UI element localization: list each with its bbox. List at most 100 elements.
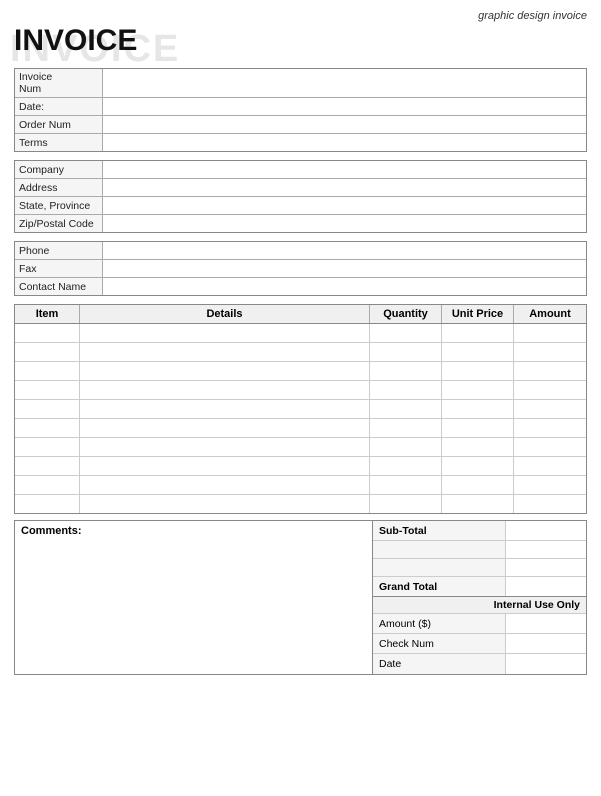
- price-cell[interactable]: [442, 400, 514, 418]
- item-cell[interactable]: [15, 419, 80, 437]
- details-cell[interactable]: [80, 324, 370, 342]
- spacer-label-1: [373, 541, 506, 558]
- grand-total-row: Grand Total: [373, 577, 586, 597]
- details-cell[interactable]: [80, 343, 370, 361]
- zip-value[interactable]: [103, 215, 586, 232]
- details-cell[interactable]: [80, 476, 370, 494]
- qty-cell[interactable]: [370, 419, 442, 437]
- amount-cell[interactable]: [514, 476, 586, 494]
- price-cell[interactable]: [442, 419, 514, 437]
- amount-cell[interactable]: [514, 362, 586, 380]
- details-cell[interactable]: [80, 381, 370, 399]
- invoice-title: INVOICE: [14, 24, 587, 58]
- item-cell[interactable]: [15, 476, 80, 494]
- details-cell[interactable]: [80, 457, 370, 475]
- state-row: State, Province: [15, 197, 586, 215]
- item-cell[interactable]: [15, 324, 80, 342]
- price-cell[interactable]: [442, 495, 514, 513]
- subtotal-row: Sub-Total: [373, 521, 586, 541]
- price-cell[interactable]: [442, 362, 514, 380]
- qty-cell[interactable]: [370, 400, 442, 418]
- header-subtitle: graphic design invoice: [478, 10, 587, 22]
- zip-row: Zip/Postal Code: [15, 215, 586, 232]
- item-cell[interactable]: [15, 457, 80, 475]
- company-value[interactable]: [103, 161, 586, 178]
- qty-cell[interactable]: [370, 495, 442, 513]
- subtotal-value[interactable]: [506, 521, 586, 540]
- item-cell[interactable]: [15, 381, 80, 399]
- item-cell[interactable]: [15, 343, 80, 361]
- date-label: Date:: [15, 98, 103, 115]
- amount-cell[interactable]: [514, 381, 586, 399]
- terms-value[interactable]: [103, 134, 586, 151]
- grand-total-value[interactable]: [506, 577, 586, 596]
- amount-cell[interactable]: [514, 438, 586, 456]
- check-num-value[interactable]: [506, 634, 586, 653]
- item-cell[interactable]: [15, 438, 80, 456]
- contact-name-value[interactable]: [103, 278, 586, 295]
- col-header-item: Item: [15, 305, 80, 323]
- amount-cell[interactable]: [514, 324, 586, 342]
- qty-cell[interactable]: [370, 457, 442, 475]
- item-cell[interactable]: [15, 495, 80, 513]
- spacer-value-1[interactable]: [506, 541, 586, 558]
- comments-label: Comments:: [21, 525, 82, 537]
- address-row: Address: [15, 179, 586, 197]
- table-row: [15, 419, 586, 438]
- state-value[interactable]: [103, 197, 586, 214]
- subtotal-label: Sub-Total: [373, 521, 506, 540]
- zip-label: Zip/Postal Code: [15, 215, 103, 232]
- amount-cell[interactable]: [514, 457, 586, 475]
- check-num-row: Check Num: [373, 634, 586, 654]
- qty-cell[interactable]: [370, 343, 442, 361]
- comments-area[interactable]: Comments:: [14, 520, 372, 675]
- terms-row: Terms: [15, 134, 586, 151]
- qty-cell[interactable]: [370, 476, 442, 494]
- contact-name-row: Contact Name: [15, 278, 586, 295]
- header-row: graphic design invoice: [14, 10, 587, 22]
- item-cell[interactable]: [15, 362, 80, 380]
- date-value[interactable]: [103, 98, 586, 115]
- amount-cell[interactable]: [514, 419, 586, 437]
- details-cell[interactable]: [80, 438, 370, 456]
- fax-value[interactable]: [103, 260, 586, 277]
- amount-cell[interactable]: [514, 495, 586, 513]
- amount-cell[interactable]: [514, 400, 586, 418]
- internal-amount-value[interactable]: [506, 614, 586, 633]
- details-cell[interactable]: [80, 400, 370, 418]
- price-cell[interactable]: [442, 457, 514, 475]
- invoice-num-value[interactable]: [103, 69, 586, 97]
- grand-total-label: Grand Total: [373, 577, 506, 596]
- order-num-value[interactable]: [103, 116, 586, 133]
- address-value[interactable]: [103, 179, 586, 196]
- price-cell[interactable]: [442, 381, 514, 399]
- spacer-value-2[interactable]: [506, 559, 586, 576]
- details-cell[interactable]: [80, 419, 370, 437]
- price-cell[interactable]: [442, 438, 514, 456]
- amount-cell[interactable]: [514, 343, 586, 361]
- spacer-label-2: [373, 559, 506, 576]
- qty-cell[interactable]: [370, 438, 442, 456]
- item-cell[interactable]: [15, 400, 80, 418]
- qty-cell[interactable]: [370, 381, 442, 399]
- price-cell[interactable]: [442, 343, 514, 361]
- qty-cell[interactable]: [370, 324, 442, 342]
- bottom-section: Comments: Sub-Total Grand Total: [14, 520, 587, 675]
- phone-value[interactable]: [103, 242, 586, 259]
- internal-date-value[interactable]: [506, 654, 586, 674]
- qty-cell[interactable]: [370, 362, 442, 380]
- internal-amount-label: Amount ($): [373, 614, 506, 633]
- internal-amount-row: Amount ($): [373, 614, 586, 634]
- info-section-1: InvoiceNum Date: Order Num Terms: [14, 68, 587, 152]
- table-row: [15, 381, 586, 400]
- details-cell[interactable]: [80, 495, 370, 513]
- price-cell[interactable]: [442, 476, 514, 494]
- details-cell[interactable]: [80, 362, 370, 380]
- col-header-details: Details: [80, 305, 370, 323]
- table-row: [15, 476, 586, 495]
- price-cell[interactable]: [442, 324, 514, 342]
- contact-name-label: Contact Name: [15, 278, 103, 295]
- table-row: [15, 457, 586, 476]
- totals-area: Sub-Total Grand Total Internal Use Only: [372, 520, 587, 675]
- phone-row: Phone: [15, 242, 586, 260]
